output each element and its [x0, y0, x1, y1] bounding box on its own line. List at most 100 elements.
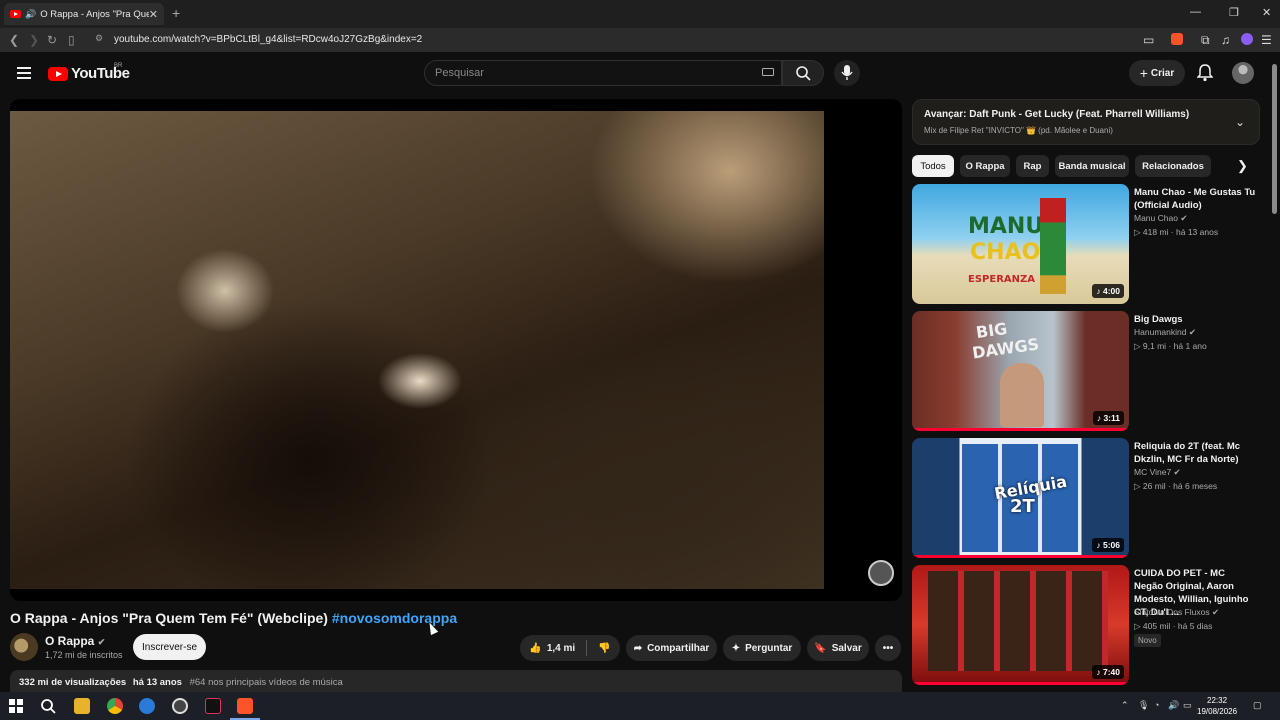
back-icon[interactable]: ❮	[9, 33, 19, 47]
recommendation-title[interactable]: Manu Chao - Me Gustas Tu (Official Audio…	[1134, 186, 1256, 212]
up-next-subtitle: Mix de Filipe Ret "INVICTO" 👑 (pd. Mãole…	[924, 126, 1113, 135]
notifications-icon[interactable]: ▢	[1253, 700, 1262, 711]
recommendation-item[interactable]: BIG DAWGS ♪ 3:11 Big Dawgs Hanumankind ✔…	[912, 311, 1260, 433]
channel-name[interactable]: O Rappa ✔	[45, 634, 105, 648]
views-text: 9,1 mi	[1142, 341, 1167, 351]
new-tab-button[interactable]: +	[172, 5, 180, 21]
notifications-bell-icon[interactable]	[1197, 64, 1213, 82]
create-button[interactable]: + Criar	[1129, 60, 1185, 86]
window-close-button[interactable]: ✕	[1262, 6, 1271, 19]
thumbs-up-icon: 👍	[529, 642, 542, 654]
close-tab-icon[interactable]: ✕	[149, 8, 158, 21]
chip-o-rappa[interactable]: O Rappa	[960, 155, 1010, 177]
age-text: há 5 dias	[1177, 621, 1213, 631]
tiktok-icon[interactable]	[205, 698, 221, 714]
more-actions-button[interactable]: •••	[875, 635, 901, 661]
app-icon[interactable]	[172, 698, 188, 714]
duration-badge: ♪ 5:06	[1092, 538, 1124, 552]
subscribe-button[interactable]: Inscrever-se	[133, 634, 206, 660]
channel-watermark-icon[interactable]	[868, 560, 894, 586]
brave-shield-icon[interactable]	[1171, 33, 1183, 45]
cast-icon[interactable]: ▭	[1143, 33, 1154, 47]
channel-name-text[interactable]: O Rappa	[45, 634, 94, 648]
save-button[interactable]: 🔖 Salvar	[807, 635, 869, 661]
browser-menu-icon[interactable]: ☰	[1261, 33, 1272, 47]
chevron-down-icon[interactable]: ⌄	[1235, 115, 1245, 129]
like-button[interactable]: 👍 1,4 mi	[529, 643, 575, 654]
ask-button[interactable]: ✦ Perguntar	[723, 635, 801, 661]
search-icon[interactable]	[40, 698, 56, 714]
extensions-icon[interactable]: ⧉	[1201, 33, 1210, 48]
video-thumbnail[interactable]: BIG DAWGS ♪ 3:11	[912, 311, 1129, 431]
recommendation-item[interactable]: Relíquia 2T ♪ 5:06 Reliquia do 2T (feat.…	[912, 438, 1260, 560]
page-scrollbar[interactable]	[1270, 56, 1280, 692]
video-thumbnail[interactable]: Relíquia 2T ♪ 5:06	[912, 438, 1129, 558]
hamburger-menu-icon[interactable]	[17, 67, 31, 82]
browser-tab-bar: 🔊 O Rappa - Anjos "Pra Quem ✕ + — ❐ ✕	[0, 0, 1280, 28]
forward-icon[interactable]: ❯	[29, 33, 39, 47]
recommendation-channel[interactable]: MC Vine7 ✔	[1134, 467, 1181, 478]
windows-start-icon[interactable]	[8, 698, 24, 714]
hashtag-link[interactable]: #novosomdorappa	[332, 610, 457, 626]
up-next-panel[interactable]: Avançar: Daft Punk - Get Lucky (Feat. Ph…	[912, 99, 1260, 145]
channel-avatar[interactable]	[10, 633, 38, 661]
recommendation-item[interactable]: MANU CHAO ESPERANZA ♪ 4:00 Manu Chao - M…	[912, 184, 1260, 306]
speaker-icon[interactable]: 🔊	[25, 9, 36, 20]
reload-icon[interactable]: ↻	[47, 33, 57, 47]
chip-relacionados[interactable]: Relacionados	[1135, 155, 1211, 177]
app-icon[interactable]	[139, 698, 155, 714]
search-button[interactable]	[782, 60, 824, 86]
keyboard-icon[interactable]	[762, 68, 774, 76]
volume-icon[interactable]: 🔊	[1168, 700, 1179, 711]
search-input[interactable]	[435, 67, 735, 79]
recommendation-channel[interactable]: Sintonia Dos Fluxos ✔	[1134, 607, 1219, 618]
channel-text[interactable]: MC Vine7	[1134, 467, 1171, 477]
thumbs-down-icon: 👎	[598, 642, 611, 654]
description-box[interactable]: 332 mi de visualizações há 13 anos #64 n…	[10, 670, 902, 692]
chrome-icon[interactable]	[107, 698, 123, 714]
recommendation-title[interactable]: Reliquia do 2T (feat. Mc Dkzlin, MC Fr d…	[1134, 440, 1256, 466]
brave-browser-icon[interactable]	[237, 698, 253, 714]
vpn-icon[interactable]	[1241, 33, 1253, 45]
video-player[interactable]	[10, 99, 902, 601]
media-icon[interactable]: ♫	[1221, 33, 1230, 47]
share-button[interactable]: ➦ Compartilhar	[626, 635, 717, 661]
video-thumbnail[interactable]: ♪ 7:40	[912, 565, 1129, 685]
system-clock[interactable]: 22:32 19/08/2026	[1197, 695, 1237, 717]
battery-icon[interactable]: ▭	[1183, 700, 1192, 711]
video-frame[interactable]	[10, 111, 824, 589]
user-avatar[interactable]	[1232, 62, 1254, 84]
thumb-text: 2T	[1010, 496, 1035, 517]
network-icon[interactable]: ◔	[1154, 700, 1159, 710]
browser-tab[interactable]: 🔊 O Rappa - Anjos "Pra Quem ✕	[4, 3, 164, 25]
channel-text[interactable]: Manu Chao	[1134, 213, 1178, 223]
minimize-button[interactable]: —	[1190, 6, 1201, 18]
recommendation-item[interactable]: ♪ 7:40 CUIDA DO PET - MC Negão Original,…	[912, 565, 1260, 687]
channel-text[interactable]: Sintonia Dos Fluxos	[1134, 607, 1210, 617]
recommendation-channel[interactable]: Manu Chao ✔	[1134, 213, 1187, 224]
scrollbar-thumb[interactable]	[1272, 64, 1277, 214]
chip-todos[interactable]: Todos	[912, 155, 954, 177]
duration-text: 4:00	[1102, 286, 1120, 296]
person-illustration	[1000, 363, 1044, 427]
chip-banda-musical[interactable]: Banda musical	[1055, 155, 1129, 177]
maximize-button[interactable]: ❐	[1229, 6, 1239, 19]
url-field[interactable]: youtube.com/watch?v=BPbCLtBl_g4&list=RDc…	[114, 34, 422, 45]
youtube-logo[interactable]: YouTube BR	[48, 63, 130, 82]
recommendation-meta: ▷ 9,1 mi · há 1 ano	[1134, 341, 1207, 351]
like-count: 1,4 mi	[546, 642, 576, 654]
site-info-icon[interactable]: ⚙	[95, 33, 103, 44]
chevron-up-icon[interactable]: ⌃	[1121, 700, 1129, 711]
bookmark-icon[interactable]: ▯	[68, 33, 75, 47]
file-explorer-icon[interactable]	[74, 698, 90, 714]
video-thumbnail[interactable]: MANU CHAO ESPERANZA ♪ 4:00	[912, 184, 1129, 304]
microphone-tray-icon[interactable]: 🎙	[1138, 700, 1149, 711]
recommendation-title[interactable]: Big Dawgs	[1134, 313, 1256, 326]
dislike-button[interactable]: 👎	[598, 643, 610, 654]
chevron-right-icon[interactable]: ❯	[1237, 158, 1248, 174]
voice-search-button[interactable]	[834, 60, 860, 86]
chip-rap[interactable]: Rap	[1016, 155, 1049, 177]
channel-text[interactable]: Hanumankind	[1134, 327, 1186, 337]
recommendation-channel[interactable]: Hanumankind ✔	[1134, 327, 1196, 338]
chart-ranking[interactable]: #64 nos principais vídeos de música	[190, 677, 343, 688]
